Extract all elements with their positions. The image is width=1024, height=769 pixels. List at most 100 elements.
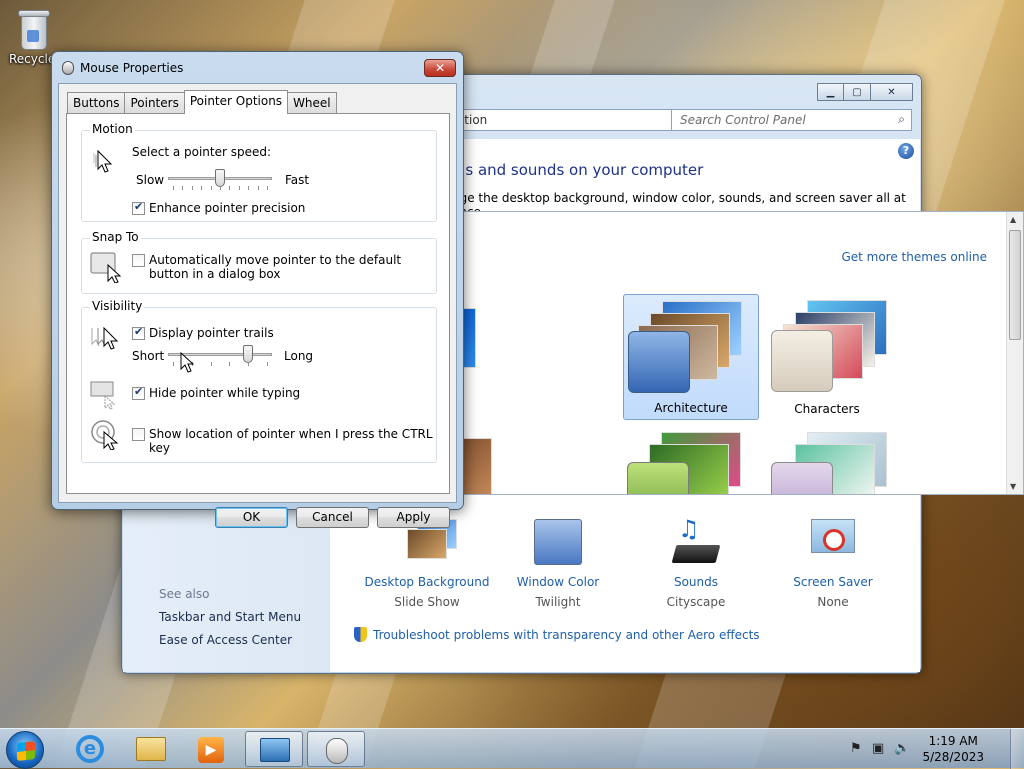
control-panel-taskbar-button[interactable]	[245, 731, 303, 767]
theme-list-scrollbar[interactable]: ▲ ▼	[1006, 212, 1023, 494]
recycle-bin-icon	[17, 6, 51, 50]
sounds-option[interactable]: ♫ Sounds Cityscape	[631, 515, 761, 609]
slider-tick	[239, 186, 240, 190]
option-name[interactable]: Window Color	[493, 575, 623, 589]
screen-saver-option[interactable]: Screen Saver None	[768, 519, 898, 609]
troubleshoot-link[interactable]: Troubleshoot problems with transparency …	[354, 627, 760, 642]
ok-button[interactable]: OK	[215, 507, 288, 528]
windows-logo-icon	[17, 741, 35, 761]
theme-characters[interactable]: Characters	[759, 294, 895, 420]
slider-tick	[192, 186, 193, 190]
pointer-trails-checkbox[interactable]	[132, 325, 145, 340]
slow-label: Slow	[136, 173, 165, 187]
slider-tick	[173, 186, 174, 190]
dialog-close-button[interactable]: ✕	[424, 59, 456, 77]
hide-pointer-checkbox[interactable]	[132, 385, 145, 400]
slider-tick	[201, 186, 202, 190]
media-player-taskbar-button[interactable]: ▶	[182, 731, 240, 767]
fast-label: Fast	[285, 173, 310, 187]
mouse-properties-taskbar-button[interactable]	[307, 731, 365, 767]
clock[interactable]: 1:19 AM 5/28/2023	[922, 733, 984, 765]
option-value: Cityscape	[666, 595, 726, 609]
help-icon[interactable]: ?	[898, 143, 914, 159]
enhance-precision-checkbox-row[interactable]: Enhance pointer precision	[132, 200, 305, 215]
pointer-trails-checkbox-row[interactable]: Display pointer trails	[132, 325, 274, 340]
internet-explorer-taskbar-button[interactable]: e	[62, 731, 120, 767]
mouse-cursor-icon	[180, 351, 196, 377]
snap-to-label: Automatically move pointer to the defaul…	[149, 253, 402, 281]
troubleshoot-link-text: Troubleshoot problems with transparency …	[373, 628, 760, 642]
slider-tick	[229, 362, 230, 366]
action-center-flag-icon[interactable]: ⚑	[850, 741, 862, 756]
slider-tick	[248, 186, 249, 190]
close-button[interactable]: ✕	[871, 83, 913, 101]
dialog-body: Buttons Pointers Pointer Options Wheel M…	[58, 83, 457, 528]
option-value: Slide Show	[394, 595, 460, 609]
pointer-trails-label: Display pointer trails	[149, 326, 274, 340]
slider-tick	[267, 186, 268, 190]
file-explorer-taskbar-button[interactable]	[122, 731, 180, 767]
window-color-option[interactable]: Window Color Twilight	[493, 519, 623, 609]
get-more-themes-link[interactable]: Get more themes online	[841, 250, 987, 264]
scroll-down-icon[interactable]: ▼	[1010, 482, 1016, 491]
hide-pointer-checkbox-row[interactable]: Hide pointer while typing	[132, 385, 300, 400]
slider-thumb[interactable]	[243, 345, 253, 363]
shield-icon	[354, 627, 367, 642]
apply-button[interactable]: Apply	[377, 507, 450, 528]
search-input[interactable]: Search Control Panel ⌕	[671, 109, 912, 131]
network-icon[interactable]: ▣	[872, 741, 884, 756]
pointer-speed-icon	[92, 147, 122, 177]
control-panel-icon	[260, 738, 290, 762]
slider-tick	[220, 186, 221, 190]
tab-wheel[interactable]: Wheel	[287, 92, 337, 113]
clock-time: 1:19 AM	[928, 734, 978, 748]
slider-tick	[211, 186, 212, 190]
option-name[interactable]: Screen Saver	[768, 575, 898, 589]
tab-pointer-options[interactable]: Pointer Options	[183, 90, 289, 114]
start-button[interactable]	[6, 731, 44, 769]
search-placeholder: Search Control Panel	[680, 113, 806, 127]
theme-thumbnail	[628, 301, 752, 393]
slider-tick	[267, 362, 268, 366]
ctrl-location-checkbox[interactable]	[132, 428, 145, 441]
tab-pointers[interactable]: Pointers	[124, 92, 185, 113]
page-heading: als and sounds on your computer	[452, 161, 704, 179]
dialog-title-text: Mouse Properties	[80, 61, 184, 75]
slider-tick	[211, 362, 212, 366]
ease-of-access-link[interactable]: Ease of Access Center	[159, 633, 292, 647]
slider-tick	[248, 362, 249, 366]
mouse-icon	[62, 61, 74, 75]
scroll-thumb[interactable]	[1009, 230, 1021, 340]
desktop-background-option[interactable]: Desktop Background Slide Show	[362, 519, 492, 609]
ctrl-location-checkbox-row[interactable]: Show location of pointer when I press th…	[132, 427, 436, 455]
cancel-button[interactable]: Cancel	[296, 507, 369, 528]
snap-to-checkbox[interactable]	[132, 254, 145, 267]
slider-tick	[258, 186, 259, 190]
enhance-precision-checkbox[interactable]	[132, 200, 145, 215]
scroll-up-icon[interactable]: ▲	[1010, 215, 1016, 224]
taskbar-start-menu-link[interactable]: Taskbar and Start Menu	[159, 610, 301, 624]
theme-architecture[interactable]: Architecture	[623, 294, 759, 420]
show-desktop-button[interactable]	[1010, 729, 1024, 769]
pointer-speed-slider[interactable]	[168, 169, 272, 190]
option-name[interactable]: Sounds	[631, 575, 761, 589]
motion-group: Motion Select a pointer speed: Slow Fast	[81, 122, 437, 222]
window-color-icon	[534, 519, 582, 567]
theme-item[interactable]	[759, 426, 895, 494]
option-name[interactable]: Desktop Background	[362, 575, 492, 589]
theme-item[interactable]	[623, 426, 759, 494]
short-label: Short	[132, 349, 165, 363]
slider-thumb[interactable]	[215, 169, 225, 187]
minimize-button[interactable]: ▁	[817, 83, 844, 101]
window-controls: ▁ ▢ ✕	[817, 83, 913, 101]
personalize-options: Desktop Background Slide Show Window Col…	[362, 515, 922, 609]
search-icon[interactable]: ⌕	[898, 112, 905, 127]
snap-to-icon	[90, 251, 122, 284]
volume-icon[interactable]: 🔈	[894, 741, 910, 756]
snap-to-checkbox-row[interactable]: Automatically move pointer to the defaul…	[132, 253, 422, 281]
tab-strip: Buttons Pointers Pointer Options Wheel	[67, 90, 337, 114]
option-value: None	[817, 595, 849, 609]
maximize-button[interactable]: ▢	[844, 83, 871, 101]
tab-buttons[interactable]: Buttons	[67, 92, 126, 113]
slider-tick	[229, 186, 230, 190]
